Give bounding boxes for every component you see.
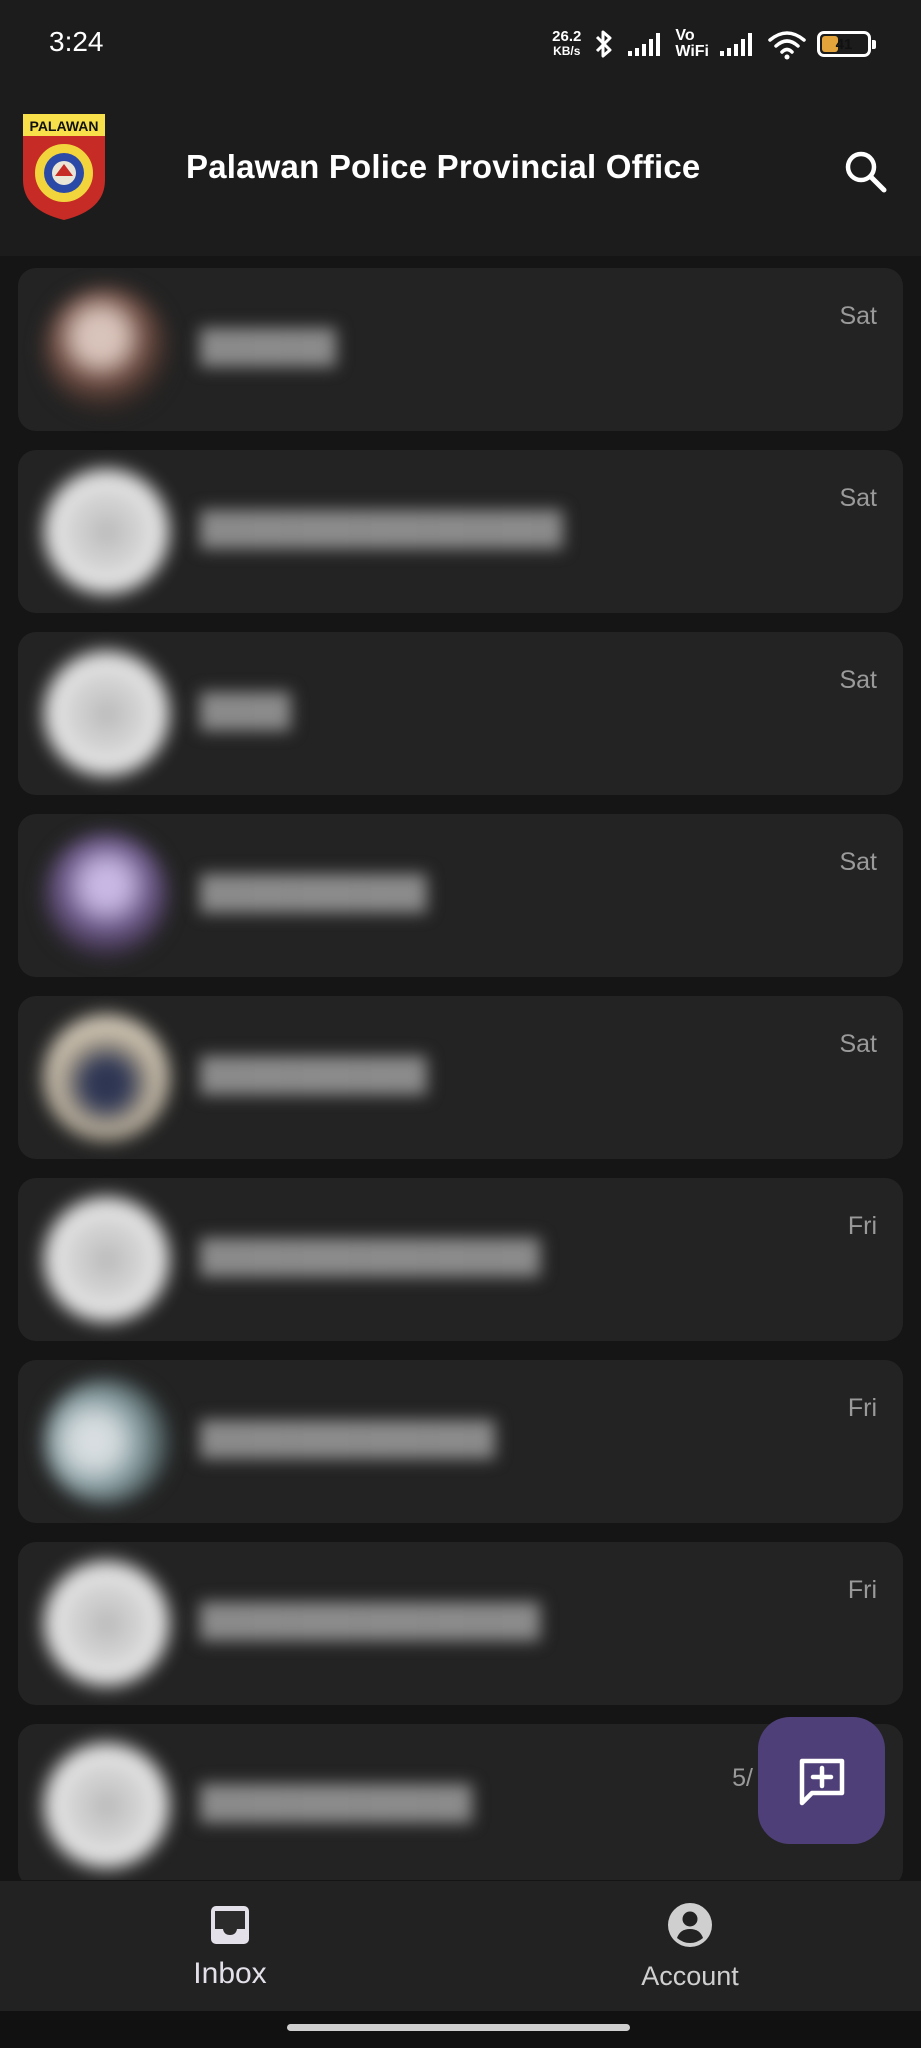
- default-person-icon: [89, 1788, 124, 1823]
- network-speed: 26.2 KB/s: [552, 29, 581, 59]
- contact-avatar: [44, 1743, 169, 1868]
- cellular-signal-2-icon: [720, 33, 752, 56]
- network-speed-value: 26.2: [552, 28, 582, 45]
- status-time: 3:24: [49, 26, 104, 57]
- nav-label-inbox: Inbox: [193, 1957, 267, 1990]
- contact-name-blurred: ███████████████: [200, 1602, 541, 1638]
- chat-time: Fri: [847, 1394, 877, 1422]
- chat-item[interactable]: ██████████ Sat: [18, 814, 903, 977]
- chat-item[interactable]: ███████████████ Fri: [18, 1178, 903, 1341]
- bluetooth-icon: [596, 30, 612, 58]
- default-person-icon: [89, 1242, 124, 1277]
- vowifi-bottom: WiFi: [675, 43, 709, 60]
- contact-name-blurred: █████████████: [200, 1420, 495, 1456]
- contact-avatar: [44, 1561, 169, 1686]
- contact-avatar: [44, 833, 169, 958]
- chat-item[interactable]: ██████ Sat: [18, 268, 903, 431]
- chat-time: Sat: [839, 302, 877, 330]
- bottom-navigation: Inbox Account: [0, 1881, 921, 2011]
- contact-avatar: [44, 651, 169, 776]
- chat-item[interactable]: ███████████████ Fri: [18, 1542, 903, 1705]
- contact-name-blurred: ████████████: [200, 1784, 473, 1820]
- pnp-palawan-logo: PALAWAN: [23, 114, 105, 220]
- contact-name-blurred: ██████████: [200, 1056, 427, 1092]
- inbox-icon: [211, 1906, 249, 1944]
- chat-time: Sat: [839, 484, 877, 512]
- add-message-icon: [799, 1758, 844, 1805]
- contact-name-blurred: ██████: [200, 328, 337, 364]
- search-button[interactable]: [838, 144, 894, 200]
- chat-list[interactable]: ██████ Sat ████████████████ Sat ████ Sat…: [18, 268, 903, 1880]
- chat-time: Fri: [847, 1212, 877, 1240]
- search-icon: [845, 151, 887, 193]
- nav-tab-account[interactable]: Account: [590, 1881, 790, 2011]
- chat-item[interactable]: ████████████████ Sat: [18, 450, 903, 613]
- contact-name-blurred: ████: [200, 692, 291, 728]
- chat-time: 5/: [732, 1764, 753, 1792]
- account-circle-icon: [668, 1903, 712, 1947]
- logo-text: PALAWAN: [30, 118, 99, 134]
- page-title: Palawan Police Provincial Office: [186, 148, 701, 185]
- chat-item[interactable]: ██████████ Sat: [18, 996, 903, 1159]
- nav-label-account: Account: [641, 1961, 739, 1991]
- gesture-bar: [0, 2011, 921, 2048]
- battery-indicator: 41: [817, 31, 876, 57]
- chat-item[interactable]: █████████████ Fri: [18, 1360, 903, 1523]
- contact-name-blurred: ██████████: [200, 874, 427, 910]
- chat-time: Sat: [839, 666, 877, 694]
- chat-time: Sat: [839, 848, 877, 876]
- status-icons: 26.2 KB/s Vo WiFi 41: [552, 24, 876, 64]
- default-person-icon: [89, 696, 124, 731]
- chat-time: Sat: [839, 1030, 877, 1058]
- contact-name-blurred: ████████████████: [200, 510, 563, 546]
- contact-avatar: [44, 469, 169, 594]
- chat-item[interactable]: ████ Sat: [18, 632, 903, 795]
- contact-avatar: [44, 287, 169, 412]
- vowifi-indicator: Vo WiFi: [675, 28, 709, 60]
- battery-level: 41: [835, 35, 853, 53]
- home-indicator[interactable]: [287, 2024, 630, 2031]
- contact-avatar: [44, 1379, 169, 1504]
- wifi-icon: [768, 31, 806, 60]
- vowifi-top: Vo: [675, 27, 695, 44]
- network-speed-unit: KB/s: [553, 44, 581, 58]
- app-bar: PALAWAN Palawan Police Provincial Office: [0, 92, 921, 256]
- cellular-signal-icon: [628, 33, 661, 56]
- chat-time: Fri: [847, 1576, 877, 1604]
- status-bar: 3:24 26.2 KB/s Vo WiFi 41: [0, 0, 921, 92]
- new-message-button[interactable]: [758, 1717, 885, 1844]
- contact-avatar: [44, 1015, 169, 1140]
- contact-name-blurred: ███████████████: [200, 1238, 541, 1274]
- contact-avatar: [44, 1197, 169, 1322]
- nav-tab-inbox[interactable]: Inbox: [130, 1881, 330, 2011]
- default-person-icon: [89, 514, 124, 549]
- default-person-icon: [89, 1606, 124, 1641]
